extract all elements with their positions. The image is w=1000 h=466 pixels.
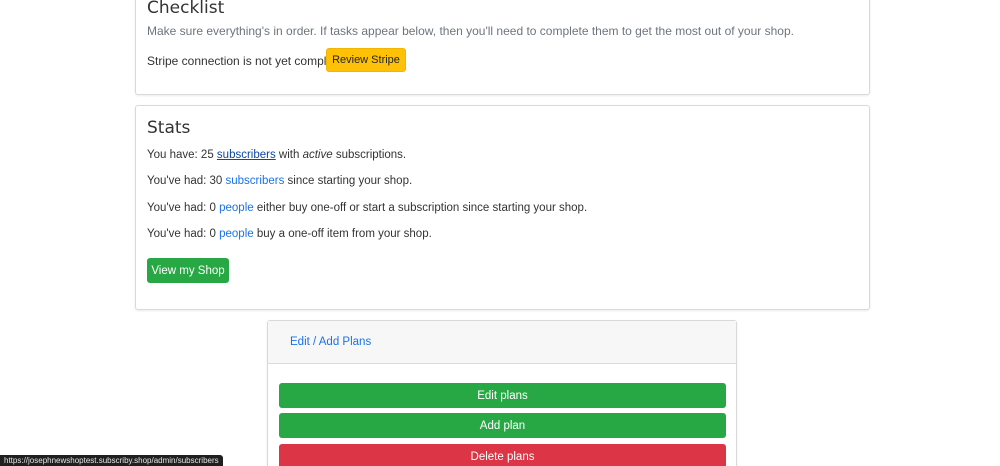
edit-add-plans-link[interactable]: Edit / Add Plans [290,336,371,348]
people-link[interactable]: people [219,228,254,240]
stats-text: with [275,149,303,161]
stats-text: either buy one-off or start a subscripti… [253,202,588,214]
subscribers-link[interactable]: subscribers [217,149,276,161]
add-plan-button[interactable]: Add plan [279,413,726,438]
stats-text: buy a one-off item from your shop. [253,228,432,240]
view-shop-button[interactable]: View my Shop [147,258,229,283]
stats-line-total-subscribers: You've had: 30 subscribers since startin… [147,175,412,187]
stats-card: Stats You have: 25 subscribers with acti… [135,105,870,310]
checklist-card: Checklist Make sure everything's in orde… [135,0,870,95]
stats-text: subscriptions. [332,149,407,161]
plans-card-header: Edit / Add Plans [268,321,736,364]
stripe-status-text: Stripe connection is not yet complete. [147,54,347,68]
stats-line-one-off: You've had: 0 people buy a one-off item … [147,228,432,240]
plans-card: Edit / Add Plans Edit plans Add plan Del… [267,320,737,466]
stats-line-active-subscribers: You have: 25 subscribers with active sub… [147,149,406,161]
stats-line-purchases: You've had: 0 people either buy one-off … [147,202,587,214]
stats-text: You've had: 30 [147,175,226,187]
page: Checklist Make sure everything's in orde… [0,0,1000,466]
subscribers-link[interactable]: subscribers [226,175,285,187]
active-emphasis: active [302,149,333,161]
checklist-title: Checklist [147,0,225,18]
stats-text: since starting your shop. [284,175,413,187]
stats-text: You've had: 0 [147,202,220,214]
stats-title: Stats [147,118,191,138]
stats-text: You have: 25 [147,149,217,161]
delete-plans-button[interactable]: Delete plans [279,444,726,466]
checklist-description: Make sure everything's in order. If task… [147,24,794,38]
edit-plans-button[interactable]: Edit plans [279,383,726,408]
link-preview-status-bar: https://josephnewshoptest.subscriby.shop… [0,455,223,466]
stats-text: You've had: 0 [147,228,220,240]
people-link[interactable]: people [219,202,254,214]
review-stripe-button[interactable]: Review Stripe [326,48,406,72]
